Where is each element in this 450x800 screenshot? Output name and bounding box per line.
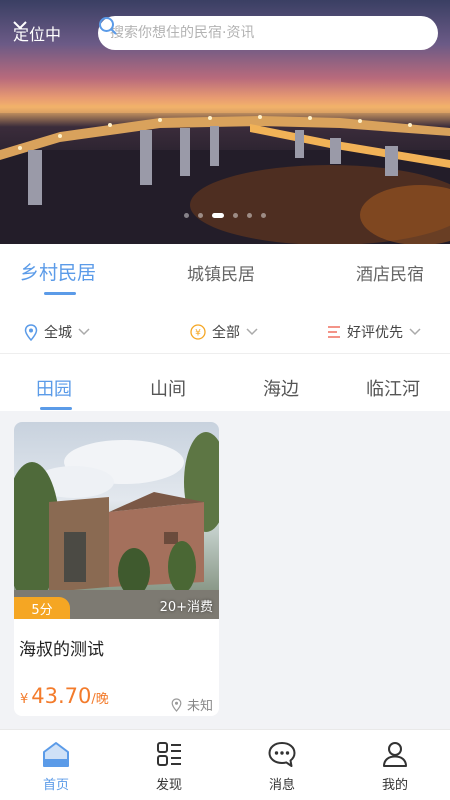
sort-list-icon xyxy=(328,326,340,338)
nav-home-label: 首页 xyxy=(42,778,69,793)
carousel-indicator xyxy=(0,213,450,218)
nav-discover[interactable]: 发现 xyxy=(129,740,209,793)
category-tab-indicator xyxy=(44,292,76,295)
svg-text:¥: ¥ xyxy=(195,329,201,339)
house-photo-image xyxy=(14,432,219,619)
carousel-dot[interactable] xyxy=(261,213,266,218)
carousel-dot-active[interactable] xyxy=(212,213,224,218)
price-yen-icon: ¥ xyxy=(190,324,206,340)
tab-seaside[interactable]: 海边 xyxy=(263,375,299,401)
tab-mountain[interactable]: 山间 xyxy=(150,375,186,401)
chat-bubble-icon xyxy=(268,742,296,767)
price-filter-label: 全部 xyxy=(212,325,240,341)
sort-filter-label: 好评优先 xyxy=(347,325,403,341)
tab-hotel-homestays[interactable]: 酒店民宿 xyxy=(356,260,424,285)
nav-profile[interactable]: 我的 xyxy=(355,740,435,793)
nav-profile-label: 我的 xyxy=(381,778,408,793)
area-filter-label: 全城 xyxy=(44,325,72,341)
chevron-down-icon xyxy=(246,328,258,336)
tab-countryside[interactable]: 田园 xyxy=(36,375,72,401)
carousel-dot[interactable] xyxy=(198,213,203,218)
search-bar[interactable] xyxy=(98,16,438,50)
filter-bar: 全城 ¥ 全部 好评优先 xyxy=(0,310,450,354)
nav-messages[interactable]: 消息 xyxy=(242,740,322,793)
carousel-dot[interactable] xyxy=(184,213,189,218)
scenery-tabs: 田园 山间 海边 临江河 xyxy=(0,355,450,411)
carousel-dot[interactable] xyxy=(247,213,252,218)
chevron-down-icon xyxy=(78,328,90,336)
tab-rural-homes[interactable]: 乡村民居 xyxy=(20,258,96,285)
listing-title: 海叔的测试 xyxy=(19,640,104,660)
search-icon xyxy=(99,17,117,35)
currency-symbol: ¥ xyxy=(20,692,29,707)
user-icon xyxy=(383,742,407,767)
price-value: 43.70 xyxy=(31,684,92,708)
listing-photo: 5分 20+消费 xyxy=(14,422,219,619)
listing-location-label: 未知 xyxy=(186,699,213,714)
category-tabs: 乡村民居 城镇民居 酒店民宿 xyxy=(0,244,450,306)
app-screen: 定位中 乡村民居 城镇民居 酒店民宿 xyxy=(0,0,450,800)
home-icon xyxy=(43,742,69,767)
listing-card[interactable]: 5分 20+消费 海叔的测试 ¥ 43.70 /晚 未知 xyxy=(14,422,219,716)
listing-price: ¥ 43.70 /晚 xyxy=(20,684,109,708)
carousel-dot[interactable] xyxy=(233,213,238,218)
location-pin-icon xyxy=(24,323,38,341)
scenery-tab-indicator xyxy=(40,407,72,410)
chevron-down-icon xyxy=(13,21,27,30)
grid-list-icon xyxy=(157,742,181,766)
listing-area: 5分 20+消费 海叔的测试 ¥ 43.70 /晚 未知 xyxy=(0,411,450,729)
listing-location: 未知 xyxy=(171,695,213,714)
banner-carousel[interactable]: 定位中 xyxy=(0,0,450,244)
price-unit: /晚 xyxy=(91,692,109,707)
price-filter[interactable]: ¥ 全部 xyxy=(190,322,258,342)
location-selector[interactable]: 定位中 xyxy=(13,21,61,45)
bottom-navigation: 首页 发现 消息 我的 xyxy=(0,729,450,800)
nav-messages-label: 消息 xyxy=(268,778,295,793)
tab-town-homes[interactable]: 城镇民居 xyxy=(187,260,255,285)
area-filter[interactable]: 全城 xyxy=(24,322,90,342)
score-badge: 5分 xyxy=(14,597,70,619)
nav-discover-label: 发现 xyxy=(155,778,182,793)
search-input[interactable] xyxy=(110,25,390,41)
chevron-down-icon xyxy=(409,328,421,336)
tab-riverside[interactable]: 临江河 xyxy=(366,375,420,401)
sort-filter[interactable]: 好评优先 xyxy=(327,322,421,342)
nav-home[interactable]: 首页 xyxy=(16,740,96,793)
sales-count: 20+消费 xyxy=(159,600,213,615)
location-pin-icon xyxy=(171,697,182,712)
